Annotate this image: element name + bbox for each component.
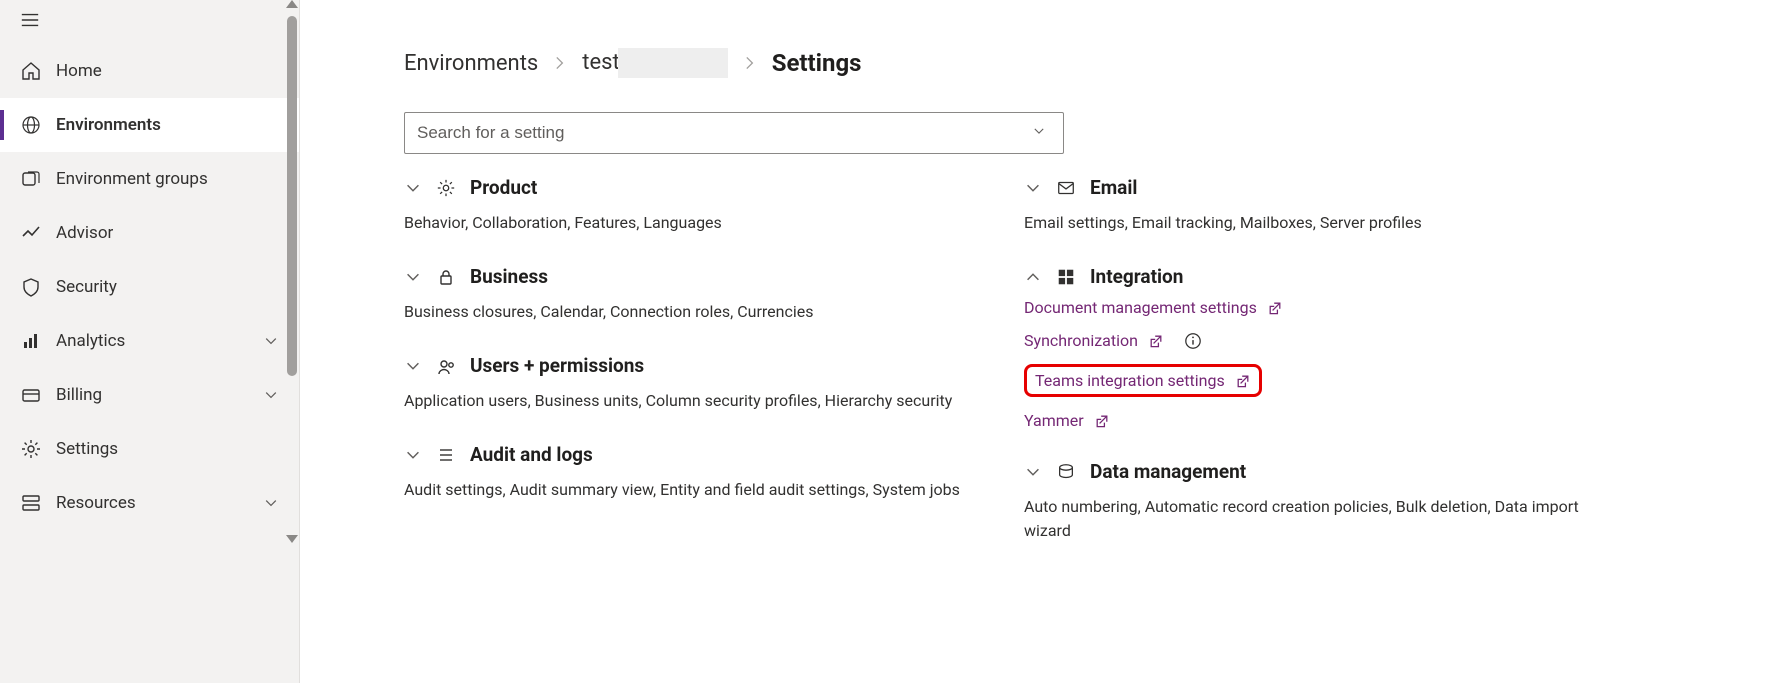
sidebar-item-billing[interactable]: Billing bbox=[0, 368, 299, 422]
scroll-thumb[interactable] bbox=[287, 16, 297, 376]
hamburger-button[interactable] bbox=[0, 0, 299, 44]
chevron-down-icon bbox=[263, 387, 279, 403]
sidebar-item-environments[interactable]: Environments bbox=[0, 98, 299, 152]
sidebar-item-label: Billing bbox=[56, 385, 249, 405]
analytics-icon bbox=[20, 330, 42, 352]
sidebar-item-label: Environments bbox=[56, 115, 279, 135]
gear-icon bbox=[20, 438, 42, 460]
sidebar-item-environment-groups[interactable]: Environment groups bbox=[0, 152, 299, 206]
sidebar-item-label: Security bbox=[56, 277, 279, 297]
sidebar-item-resources[interactable]: Resources bbox=[0, 476, 299, 530]
chevron-down-icon bbox=[263, 495, 279, 511]
sidebar-item-security[interactable]: Security bbox=[0, 260, 299, 314]
scroll-down-icon[interactable] bbox=[286, 535, 298, 543]
sidebar-item-label: Analytics bbox=[56, 331, 249, 351]
globe-icon bbox=[20, 114, 42, 136]
resources-icon bbox=[20, 492, 42, 514]
nav: Home Environments Environment groups Adv… bbox=[0, 44, 299, 683]
sidebar-item-label: Resources bbox=[56, 493, 249, 513]
sidebar-item-advisor[interactable]: Advisor bbox=[0, 206, 299, 260]
sidebar: Home Environments Environment groups Adv… bbox=[0, 0, 300, 683]
sidebar-item-label: Settings bbox=[56, 439, 279, 459]
scroll-up-icon[interactable] bbox=[286, 0, 298, 8]
advisor-icon bbox=[20, 222, 42, 244]
sidebar-scrollbar[interactable] bbox=[285, 0, 299, 683]
shield-icon bbox=[20, 276, 42, 298]
sidebar-item-home[interactable]: Home bbox=[0, 44, 299, 98]
sidebar-item-label: Environment groups bbox=[56, 169, 279, 189]
sidebar-item-label: Home bbox=[56, 61, 279, 81]
billing-icon bbox=[20, 384, 42, 406]
environment-groups-icon bbox=[20, 168, 42, 190]
chevron-down-icon bbox=[263, 333, 279, 349]
sidebar-item-analytics[interactable]: Analytics bbox=[0, 314, 299, 368]
sidebar-item-label: Advisor bbox=[56, 223, 279, 243]
home-icon bbox=[20, 60, 42, 82]
sidebar-item-settings[interactable]: Settings bbox=[0, 422, 299, 476]
